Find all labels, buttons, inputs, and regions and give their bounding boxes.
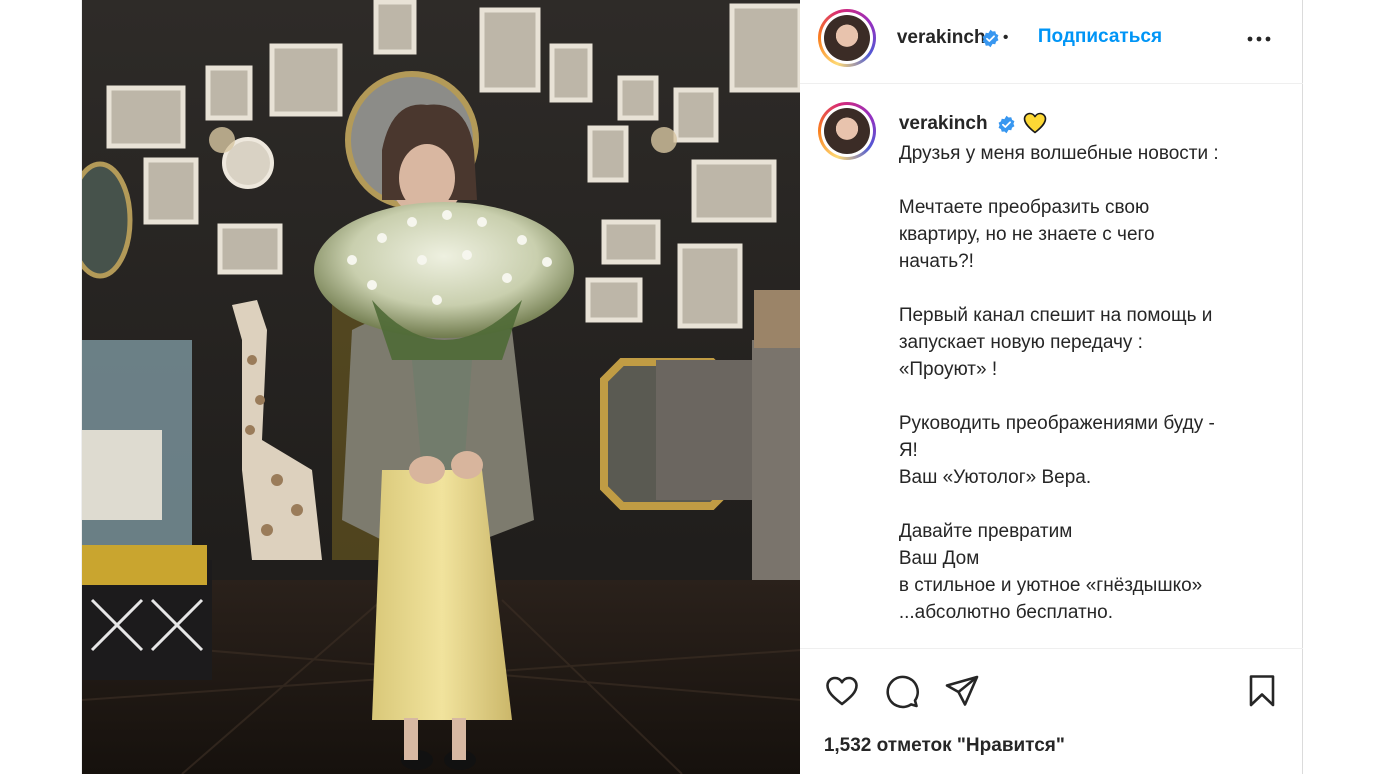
follow-button[interactable]: Подписаться bbox=[1038, 26, 1162, 48]
caption-line: запускает новую передачу : bbox=[898, 332, 1143, 353]
verified-badge-icon bbox=[998, 115, 1015, 134]
header-separator: • bbox=[1002, 29, 1009, 46]
yellow-heart-icon bbox=[1023, 112, 1047, 134]
avatar-image bbox=[823, 15, 870, 61]
caption-line: Мечтаете преобразить свою bbox=[898, 197, 1150, 218]
post-actions: 1,532 отметок "Нравится" bbox=[799, 648, 1303, 774]
post-side-panel: verakinch • Подписаться verakinch Друзья… bbox=[799, 0, 1303, 774]
bookmark-icon[interactable] bbox=[1244, 673, 1280, 709]
caption-line: начать?! bbox=[898, 251, 974, 272]
caption-line: Давайте превратим bbox=[898, 521, 1073, 542]
comment-icon[interactable] bbox=[884, 673, 920, 709]
avatar-border bbox=[820, 12, 873, 64]
author-username[interactable]: verakinch bbox=[897, 27, 986, 49]
caption-area: verakinch Друзья у меня волшебные новост… bbox=[800, 85, 1303, 648]
verified-badge-icon bbox=[982, 29, 999, 48]
caption-line: Ваш Дом bbox=[898, 548, 980, 569]
caption-username[interactable]: verakinch bbox=[899, 113, 988, 135]
caption-line: Первый канал спешит на помощь и bbox=[898, 305, 1213, 326]
caption-line: Руководить преображениями буду - bbox=[898, 413, 1215, 434]
post-header: verakinch • Подписаться bbox=[799, 0, 1303, 84]
caption-author-avatar[interactable] bbox=[817, 102, 876, 160]
more-options-icon[interactable] bbox=[1246, 28, 1272, 50]
caption-line: квартиру, но не знаете с чего bbox=[898, 224, 1155, 245]
page: verakinch • Подписаться verakinch Друзья… bbox=[0, 0, 1377, 774]
caption-line: ...абсолютно бесплатно. bbox=[898, 602, 1114, 623]
likes-count[interactable]: 1,532 отметок "Нравится" bbox=[824, 735, 1065, 757]
post-photo[interactable] bbox=[82, 0, 800, 774]
caption-line: Я! bbox=[898, 440, 918, 461]
caption-line: Друзья у меня волшебные новости : bbox=[898, 143, 1219, 164]
caption-line: Ваш «Уютолог» Вера. bbox=[898, 467, 1092, 488]
avatar-border bbox=[820, 105, 873, 157]
send-icon[interactable] bbox=[944, 673, 980, 709]
avatar-image bbox=[823, 108, 870, 154]
like-heart-icon[interactable] bbox=[824, 673, 860, 709]
caption-text: Друзья у меня волшебные новости : Мечтает… bbox=[899, 140, 1279, 626]
caption-line: в стильное и уютное «гнёздышко» bbox=[898, 575, 1203, 596]
caption-line: «Проуют» ! bbox=[898, 359, 998, 380]
post-photo-illustration bbox=[82, 0, 800, 774]
author-avatar[interactable] bbox=[817, 9, 876, 67]
post-dialog: verakinch • Подписаться verakinch Друзья… bbox=[81, 0, 1303, 774]
